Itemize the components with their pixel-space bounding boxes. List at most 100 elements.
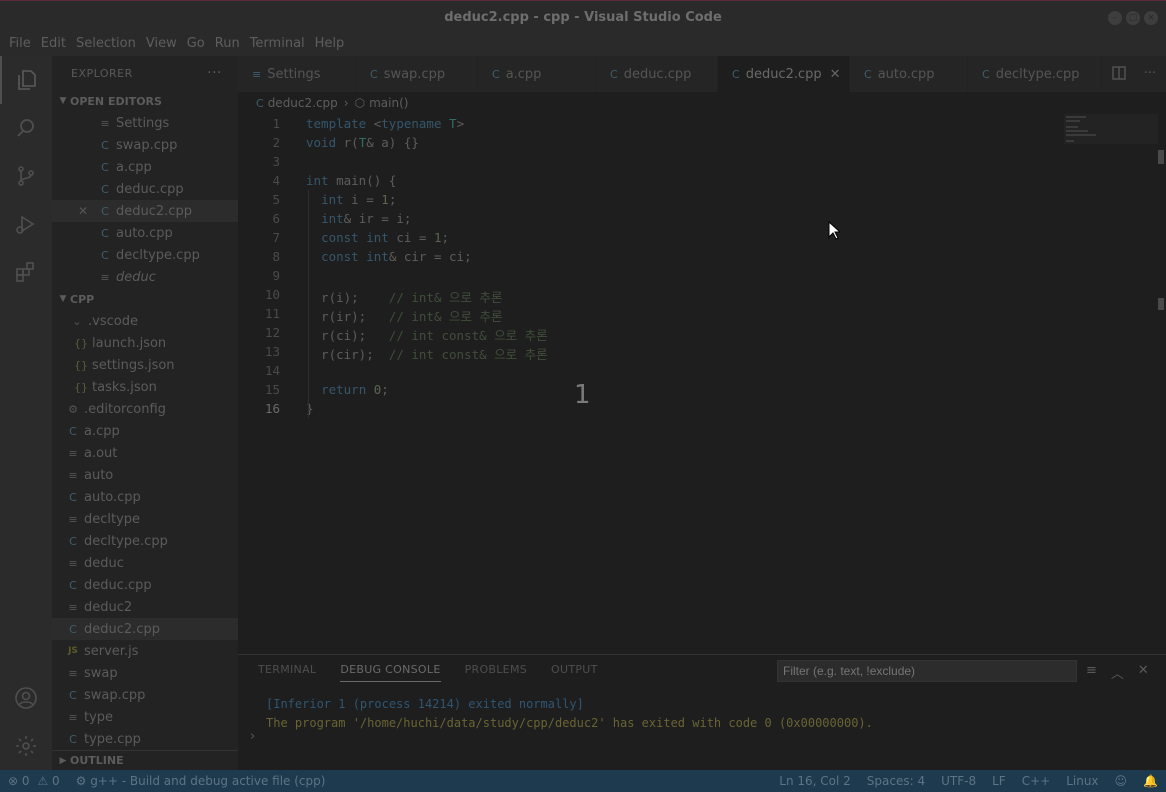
tab-a-cpp[interactable]: Ca.cpp — [478, 56, 596, 92]
breadcrumb: C deduc2.cpp › ⬡ main() — [238, 92, 408, 114]
file-item[interactable]: Cauto.cpp — [52, 486, 238, 508]
code-line[interactable]: int main() { — [306, 173, 396, 188]
platform[interactable]: Linux — [1058, 774, 1106, 788]
explorer-icon[interactable] — [0, 56, 52, 104]
file-item[interactable]: Ctype.cpp — [52, 728, 238, 750]
code-line[interactable]: r(i); // int& 으로 추론 — [306, 287, 502, 306]
debug-task-status[interactable]: ⚙ g++ - Build and debug active file (cpp… — [68, 774, 334, 788]
breadcrumb-file[interactable]: deduc2.cpp — [268, 96, 338, 110]
file-item[interactable]: Cdecltype.cpp — [52, 530, 238, 552]
folder-vscode[interactable]: ⌄ .vscode — [52, 310, 238, 332]
open-editor-item[interactable]: ≡ deduc — [52, 266, 238, 288]
file-item[interactable]: Cdeduc.cpp — [52, 574, 238, 596]
breadcrumb-symbol[interactable]: main() — [369, 96, 408, 110]
account-icon[interactable] — [0, 674, 52, 722]
extensions-icon[interactable] — [0, 248, 52, 296]
tab-auto-cpp[interactable]: Cauto.cpp — [850, 56, 968, 92]
file-item[interactable]: Cswap.cpp — [52, 684, 238, 706]
close-window-button[interactable]: × — [1144, 11, 1158, 25]
code-line[interactable]: const int ci = 1; — [306, 230, 449, 245]
close-icon[interactable]: ✕ — [78, 204, 88, 218]
maximize-panel-icon[interactable]: ︿ — [1111, 663, 1124, 682]
open-editor-item[interactable]: Cdecltype.cpp — [52, 244, 238, 266]
tab-deduc-cpp[interactable]: Cdeduc.cpp — [596, 56, 718, 92]
minimap[interactable] — [1064, 114, 1158, 144]
tab-debug-console[interactable]: DEBUG CONSOLE — [340, 663, 441, 682]
folder-header[interactable]: ▼ CPP — [52, 288, 238, 310]
close-panel-icon[interactable]: ✕ — [1138, 663, 1149, 682]
code-line[interactable]: template <typename T> — [306, 116, 464, 131]
code-line[interactable]: r(ir); // int& 으로 추론 — [306, 306, 502, 325]
file-item[interactable]: {} tasks.json — [52, 376, 238, 398]
file-item[interactable]: Ca.cpp — [52, 420, 238, 442]
tab-deduc2-cpp[interactable]: Cdeduc2.cpp ✕ — [718, 56, 850, 92]
open-editor-item[interactable]: Cswap.cpp — [52, 134, 238, 156]
file-item[interactable]: ≡ deduc — [52, 552, 238, 574]
close-icon[interactable]: ✕ — [830, 67, 841, 82]
code-line[interactable]: void r(T& a) {} — [306, 135, 419, 150]
outline-header[interactable]: ▶ OUTLINE — [52, 750, 238, 770]
tab-decltype-cpp[interactable]: Cdecltype.cpp — [968, 56, 1102, 92]
tab-settings[interactable]: ≡ Settings — [238, 56, 356, 92]
problems-status[interactable]: ⊗ 0 ⚠ 0 — [0, 774, 68, 788]
code-line[interactable]: int& ir = i; — [306, 211, 411, 226]
feedback-icon[interactable]: ☺ — [1107, 774, 1136, 788]
menu-terminal[interactable]: Terminal — [245, 34, 310, 56]
menu-view[interactable]: View — [141, 34, 182, 56]
menu-help[interactable]: Help — [310, 34, 350, 56]
file-label: decltype.cpp — [84, 533, 168, 549]
open-editor-item[interactable]: ✕ Cdeduc2.cpp — [52, 200, 238, 222]
maximize-button[interactable]: □ — [1126, 11, 1140, 25]
tab-terminal[interactable]: TERMINAL — [258, 663, 316, 682]
cursor-position[interactable]: Ln 16, Col 2 — [771, 774, 859, 788]
end-of-line[interactable]: LF — [984, 774, 1014, 788]
file-item[interactable]: ⚙ .editorconfig — [52, 398, 238, 420]
encoding[interactable]: UTF-8 — [933, 774, 984, 788]
file-item[interactable]: {} launch.json — [52, 332, 238, 354]
open-editor-item[interactable]: Cauto.cpp — [52, 222, 238, 244]
run-debug-icon[interactable] — [0, 200, 52, 248]
scrollbar-thumb[interactable] — [1158, 150, 1164, 164]
menu-go[interactable]: Go — [182, 34, 210, 56]
file-item[interactable]: ≡ a.out — [52, 442, 238, 464]
file-item[interactable]: ≡ deduc2 — [52, 596, 238, 618]
code-line[interactable]: int i = 1; — [306, 192, 396, 207]
more-actions-icon[interactable]: ··· — [207, 65, 222, 81]
source-control-icon[interactable] — [0, 152, 52, 200]
menu-file[interactable]: File — [4, 34, 36, 56]
file-item[interactable]: ≡ swap — [52, 662, 238, 684]
tab-output[interactable]: OUTPUT — [551, 663, 598, 682]
tab-problems[interactable]: PROBLEMS — [465, 663, 527, 682]
file-item[interactable]: ≡ auto — [52, 464, 238, 486]
code-line[interactable]: r(cir); // int const& 으로 추론 — [306, 344, 548, 363]
file-item[interactable]: Cdeduc2.cpp — [52, 618, 238, 640]
clear-console-icon[interactable]: ≡ — [1086, 663, 1097, 682]
tab-swap-cpp[interactable]: Cswap.cpp — [356, 56, 478, 92]
chevron-right-icon[interactable]: › — [250, 729, 255, 744]
code-line[interactable]: return 0; — [306, 382, 389, 397]
open-editors-title: OPEN EDITORS — [70, 94, 162, 108]
code-line[interactable]: const int& cir = ci; — [306, 249, 472, 264]
open-editor-item[interactable]: Ca.cpp — [52, 156, 238, 178]
code-editor[interactable]: 1 template <typename T> 2 void r(T& a) {} 3 4… — [238, 114, 1166, 654]
bell-icon[interactable]: 🔔 — [1135, 774, 1166, 788]
file-item[interactable]: {} settings.json — [52, 354, 238, 376]
open-editor-item[interactable]: ≡ Settings — [52, 112, 238, 134]
file-item[interactable]: JS server.js — [52, 640, 238, 662]
file-item[interactable]: ≡ decltype — [52, 508, 238, 530]
menu-selection[interactable]: Selection — [71, 34, 141, 56]
manage-gear-icon[interactable] — [0, 722, 52, 770]
language-mode[interactable]: C++ — [1014, 774, 1059, 788]
minimize-button[interactable]: – — [1108, 11, 1122, 25]
more-actions-icon[interactable]: ··· — [1144, 66, 1156, 84]
open-editor-item[interactable]: Cdeduc.cpp — [52, 178, 238, 200]
file-item[interactable]: ≡ type — [52, 706, 238, 728]
search-icon[interactable] — [0, 104, 52, 152]
code-line[interactable]: r(ci); // int const& 으로 추론 — [306, 325, 548, 344]
menu-edit[interactable]: Edit — [36, 34, 71, 56]
open-editors-header[interactable]: ▼ OPEN EDITORS — [52, 90, 238, 112]
filter-input[interactable] — [777, 660, 1077, 682]
indentation[interactable]: Spaces: 4 — [859, 774, 933, 788]
menu-run[interactable]: Run — [210, 34, 245, 56]
split-editor-icon[interactable] — [1111, 66, 1126, 84]
